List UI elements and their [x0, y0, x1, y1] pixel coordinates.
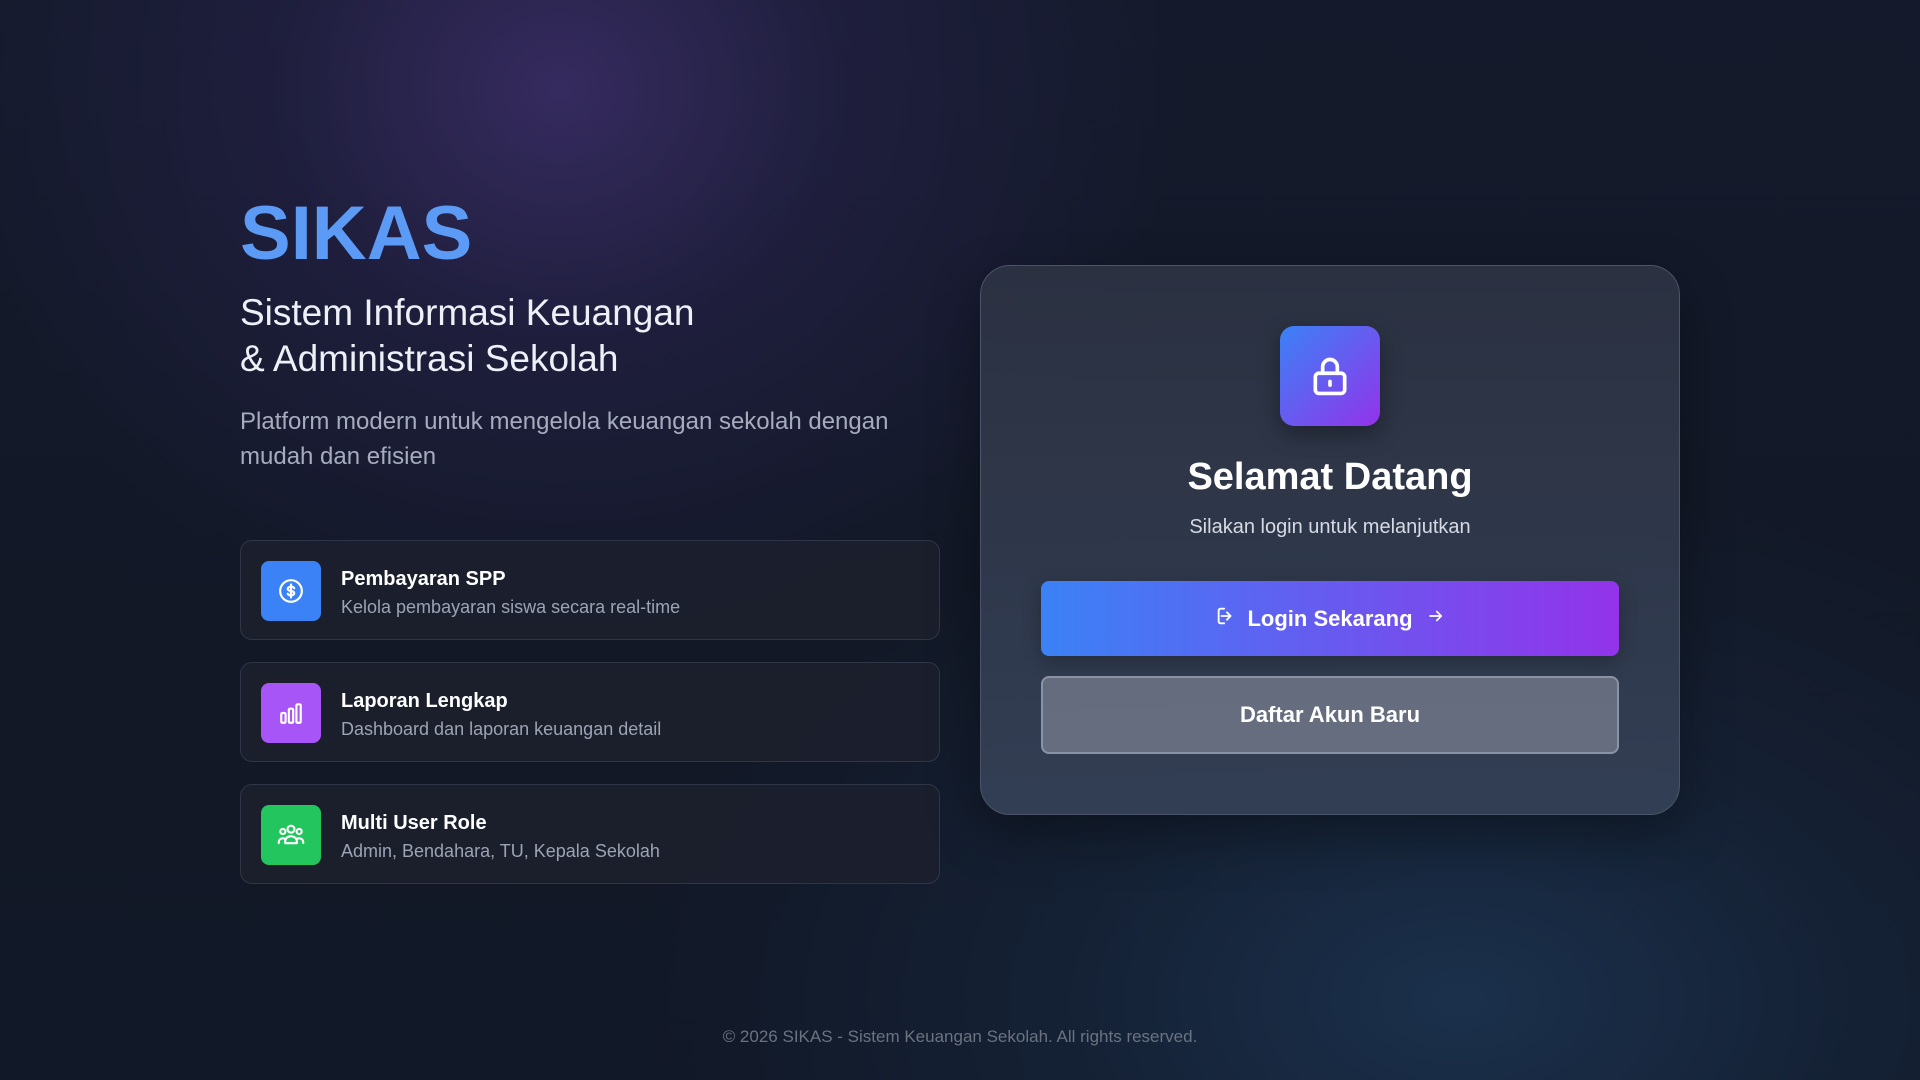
footer-copyright: © 2026 SIKAS - Sistem Keuangan Sekolah. … — [722, 1027, 1198, 1046]
brand-name: SIKAS — [240, 191, 473, 276]
feature-description: Dashboard dan laporan keuangan detail — [341, 719, 662, 739]
welcome-title: Selamat Datang — [1187, 456, 1473, 498]
lock-icon — [1280, 326, 1380, 426]
dollar-circle-icon — [261, 561, 321, 621]
feature-card-reports: Laporan Lengkap Dashboard dan laporan ke… — [240, 662, 940, 762]
register-button[interactable]: Daftar Akun Baru — [1041, 676, 1619, 754]
feature-description: Admin, Bendahara, TU, Kepala Sekolah — [341, 841, 660, 861]
login-button-label: Login Sekarang — [1247, 605, 1413, 631]
feature-title: Multi User Role — [341, 812, 487, 834]
feature-title: Laporan Lengkap — [341, 690, 508, 712]
brand-description: Platform modern untuk mengelola keuangan… — [240, 408, 889, 470]
feature-card-roles: Multi User Role Admin, Bendahara, TU, Ke… — [240, 784, 940, 884]
login-card: Selamat Datang Silakan login untuk melan… — [980, 265, 1680, 815]
login-button[interactable]: Login Sekarang — [1041, 581, 1619, 656]
tagline-line-1: Sistem Informasi Keuangan — [240, 292, 695, 333]
hero-section: SIKAS Sistem Informasi Keuangan & Admini… — [240, 190, 940, 474]
users-icon — [261, 805, 321, 865]
feature-card-payments: Pembayaran SPP Kelola pembayaran siswa s… — [240, 540, 940, 640]
tagline-line-2: & Administrasi Sekolah — [240, 338, 619, 379]
brand-tagline: Sistem Informasi Keuangan & Administrasi… — [240, 290, 940, 382]
login-icon — [1215, 605, 1237, 632]
welcome-subtitle: Silakan login untuk melanjutkan — [1189, 516, 1471, 538]
feature-description: Kelola pembayaran siswa secara real-time — [341, 597, 681, 617]
feature-list: Pembayaran SPP Kelola pembayaran siswa s… — [240, 540, 940, 906]
bar-chart-icon — [261, 683, 321, 743]
arrow-right-icon — [1427, 607, 1445, 630]
feature-title: Pembayaran SPP — [341, 568, 506, 590]
